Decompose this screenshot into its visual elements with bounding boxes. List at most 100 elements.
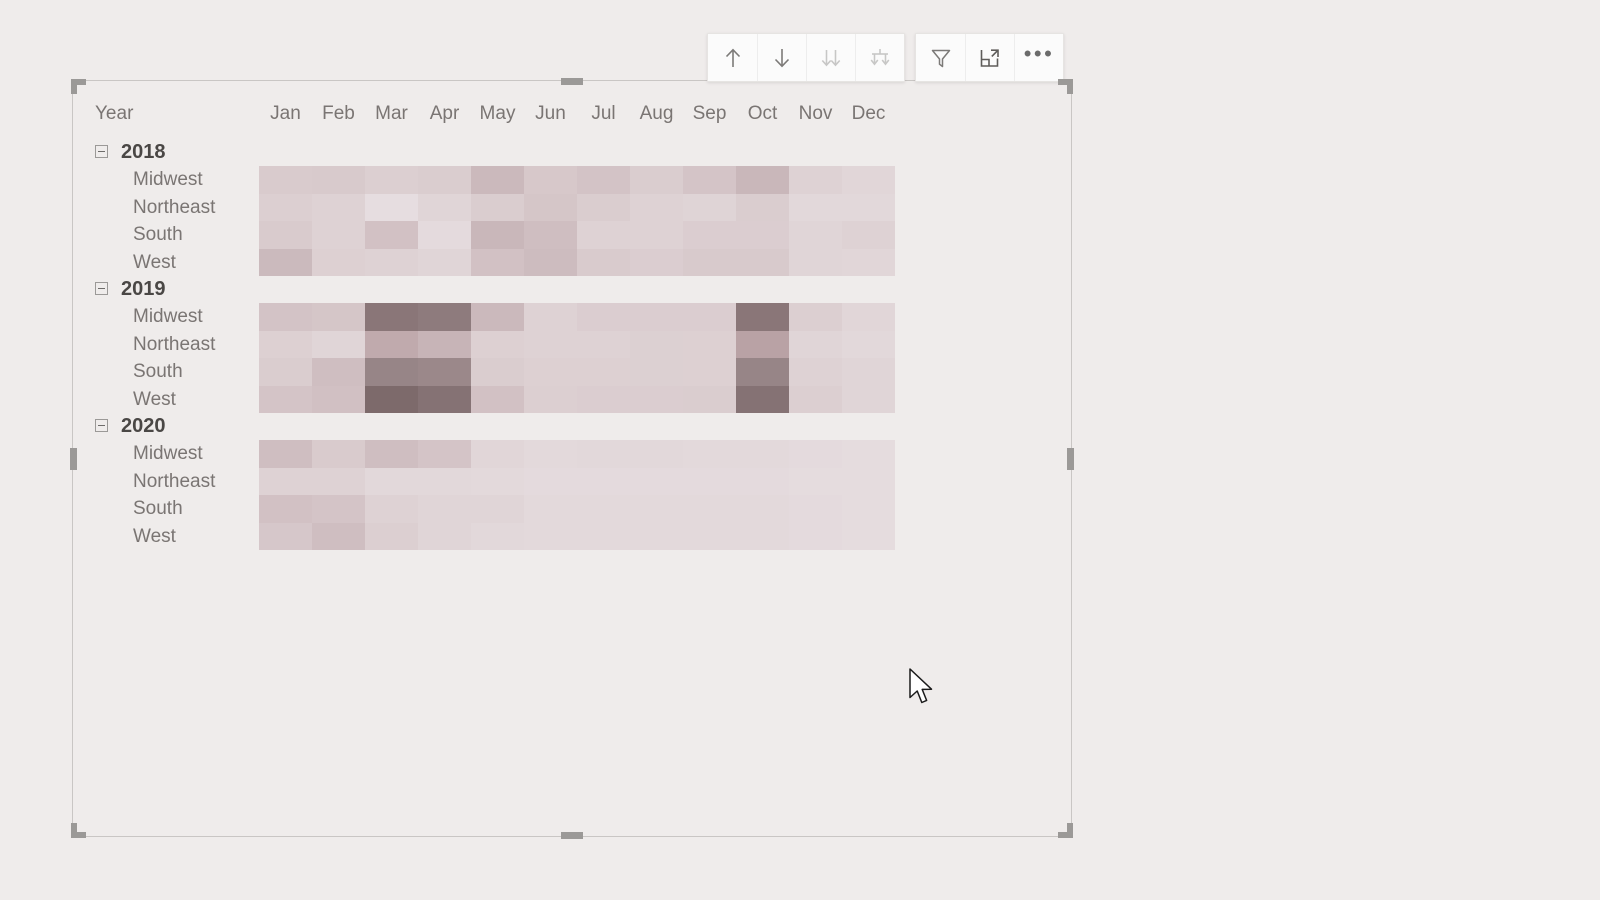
drill-up-button[interactable]	[708, 34, 757, 81]
region-row-header[interactable]: West	[93, 249, 240, 277]
heat-cell[interactable]	[524, 358, 577, 386]
heat-cell[interactable]	[577, 303, 630, 331]
resize-handle-bottom-middle[interactable]	[561, 832, 583, 839]
heat-cell[interactable]	[736, 193, 789, 221]
heat-cell[interactable]	[683, 330, 736, 358]
heat-cell[interactable]	[736, 166, 789, 194]
heat-cell[interactable]	[577, 330, 630, 358]
heat-cell[interactable]	[789, 385, 842, 413]
heat-cell[interactable]	[842, 166, 895, 194]
heat-cell[interactable]	[418, 303, 471, 331]
heat-cell[interactable]	[365, 248, 418, 276]
more-options-button[interactable]: •••	[1014, 34, 1063, 81]
heat-cell[interactable]	[471, 385, 524, 413]
heat-cell[interactable]	[789, 358, 842, 386]
heat-cell[interactable]	[259, 330, 312, 358]
collapse-minus-icon[interactable]	[95, 145, 108, 159]
heat-cell[interactable]	[577, 358, 630, 386]
heat-cell[interactable]	[789, 440, 842, 468]
heat-cell[interactable]	[524, 248, 577, 276]
region-row-header[interactable]: West	[93, 386, 240, 414]
heat-cell[interactable]	[683, 385, 736, 413]
region-row-header[interactable]: South	[93, 495, 240, 523]
region-row-header[interactable]: Northeast	[93, 194, 240, 222]
heat-cell[interactable]	[418, 467, 471, 495]
resize-handle-left-middle[interactable]	[70, 447, 77, 470]
heat-cell[interactable]	[577, 495, 630, 523]
heat-cell[interactable]	[789, 495, 842, 523]
year-row-header[interactable]: 2019	[93, 276, 240, 303]
resize-handle-top-left[interactable]	[71, 79, 86, 94]
heat-cell[interactable]	[789, 248, 842, 276]
region-row-header[interactable]: Midwest	[93, 166, 240, 194]
heat-cell[interactable]	[418, 330, 471, 358]
heat-cell[interactable]	[471, 193, 524, 221]
heat-cell[interactable]	[365, 522, 418, 550]
heat-cell[interactable]	[736, 385, 789, 413]
heat-cell[interactable]	[259, 193, 312, 221]
heat-cell[interactable]	[259, 467, 312, 495]
heat-cell[interactable]	[312, 221, 365, 249]
heat-cell[interactable]	[312, 385, 365, 413]
heat-cell[interactable]	[630, 495, 683, 523]
heat-cell[interactable]	[577, 440, 630, 468]
heat-cell[interactable]	[312, 166, 365, 194]
heat-cell[interactable]	[259, 248, 312, 276]
column-header-feb[interactable]: Feb	[312, 91, 365, 139]
heat-cell[interactable]	[683, 248, 736, 276]
resize-handle-top-right[interactable]	[1058, 79, 1073, 94]
heat-cell[interactable]	[259, 303, 312, 331]
heat-cell[interactable]	[259, 440, 312, 468]
heat-cell[interactable]	[789, 193, 842, 221]
heat-cell[interactable]	[630, 166, 683, 194]
heat-cell[interactable]	[471, 495, 524, 523]
collapse-minus-icon[interactable]	[95, 419, 108, 433]
heat-cell[interactable]	[365, 330, 418, 358]
heat-cell[interactable]	[842, 221, 895, 249]
heat-cell[interactable]	[683, 440, 736, 468]
heat-cell[interactable]	[524, 166, 577, 194]
heat-cell[interactable]	[577, 193, 630, 221]
heat-cell[interactable]	[365, 303, 418, 331]
heat-cell[interactable]	[683, 303, 736, 331]
heat-cell[interactable]	[630, 467, 683, 495]
column-header-jun[interactable]: Jun	[524, 91, 577, 139]
heat-cell[interactable]	[259, 495, 312, 523]
column-header-apr[interactable]: Apr	[418, 91, 471, 139]
region-row-header[interactable]: Northeast	[93, 468, 240, 496]
region-row-header[interactable]: Midwest	[93, 303, 240, 331]
heat-cell[interactable]	[312, 358, 365, 386]
heat-cell[interactable]	[259, 358, 312, 386]
heat-cell[interactable]	[471, 522, 524, 550]
heat-cell[interactable]	[312, 330, 365, 358]
heat-cell[interactable]	[365, 495, 418, 523]
heat-cell[interactable]	[736, 330, 789, 358]
region-row-header[interactable]: South	[93, 221, 240, 249]
heat-cell[interactable]	[312, 467, 365, 495]
expand-all-down-button[interactable]	[806, 34, 855, 81]
heat-cell[interactable]	[418, 221, 471, 249]
heat-cell[interactable]	[630, 248, 683, 276]
heat-cell[interactable]	[577, 221, 630, 249]
heat-cell[interactable]	[630, 385, 683, 413]
heat-cell[interactable]	[259, 221, 312, 249]
heat-cell[interactable]	[365, 467, 418, 495]
heat-cell[interactable]	[471, 166, 524, 194]
heat-cell[interactable]	[312, 248, 365, 276]
heat-cell[interactable]	[789, 221, 842, 249]
heat-cell[interactable]	[312, 193, 365, 221]
heat-cell[interactable]	[471, 221, 524, 249]
heat-cell[interactable]	[259, 166, 312, 194]
heat-cell[interactable]	[524, 193, 577, 221]
heat-cell[interactable]	[577, 467, 630, 495]
heat-cell[interactable]	[736, 495, 789, 523]
heat-cell[interactable]	[365, 193, 418, 221]
region-row-header[interactable]: Midwest	[93, 440, 240, 468]
heat-cell[interactable]	[312, 303, 365, 331]
heat-cell[interactable]	[312, 440, 365, 468]
heat-cell[interactable]	[418, 193, 471, 221]
heat-cell[interactable]	[577, 248, 630, 276]
heat-cell[interactable]	[630, 440, 683, 468]
heat-cell[interactable]	[524, 385, 577, 413]
matrix-corner-header[interactable]: Year	[93, 91, 240, 139]
